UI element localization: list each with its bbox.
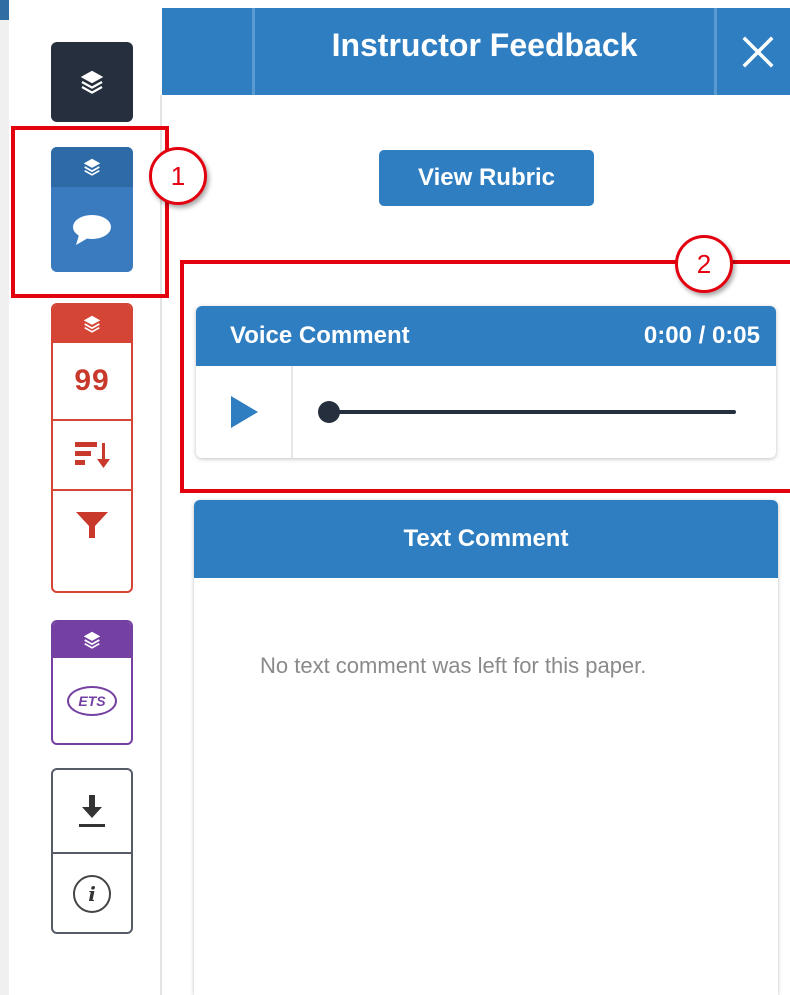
- text-comment-body: No text comment was left for this paper.: [260, 653, 647, 678]
- info-glyph: i: [88, 882, 96, 906]
- view-rubric-button[interactable]: View Rubric: [379, 150, 594, 206]
- layers-icon: [83, 631, 101, 649]
- download-button[interactable]: [53, 770, 131, 852]
- annotation-box-2: [180, 260, 790, 493]
- layers-icon: [83, 315, 101, 333]
- layers-toggle-button[interactable]: [51, 42, 133, 122]
- ets-button[interactable]: ETS: [53, 658, 131, 743]
- quickmarks-button[interactable]: 99: [53, 343, 131, 419]
- filter-icon: [76, 512, 108, 538]
- grading-layer-toggle[interactable]: [53, 305, 131, 343]
- quote-icon: 99: [74, 364, 110, 397]
- filter-button[interactable]: [53, 489, 131, 559]
- ets-layer-toggle[interactable]: [53, 622, 131, 658]
- utility-group: i: [51, 768, 133, 934]
- close-icon: [742, 36, 774, 68]
- ets-logo-text: ETS: [78, 692, 106, 709]
- sort-icon: [75, 442, 110, 468]
- annotation-badge-2: 2: [675, 235, 733, 293]
- sort-button[interactable]: [53, 419, 131, 489]
- sidebar-edge: [0, 0, 9, 995]
- grading-layer-group: 99: [51, 303, 133, 593]
- info-button[interactable]: i: [53, 852, 131, 932]
- header-divider: [714, 8, 717, 95]
- annotation-badge-1: 1: [149, 147, 207, 205]
- close-button[interactable]: [738, 32, 778, 72]
- text-comment-panel: Text Comment No text comment was left fo…: [194, 500, 778, 995]
- text-comment-header: Text Comment: [194, 500, 778, 578]
- ets-logo: ETS: [67, 685, 117, 716]
- ets-layer-group: ETS: [51, 620, 133, 745]
- panel-title: Instructor Feedback: [331, 27, 638, 63]
- panel-header: Instructor Feedback: [162, 8, 790, 95]
- sidebar-edge-accent: [0, 0, 9, 20]
- info-icon: i: [73, 875, 111, 913]
- download-icon: [79, 795, 105, 827]
- layers-icon: [80, 70, 104, 94]
- annotation-box-1: [11, 126, 169, 298]
